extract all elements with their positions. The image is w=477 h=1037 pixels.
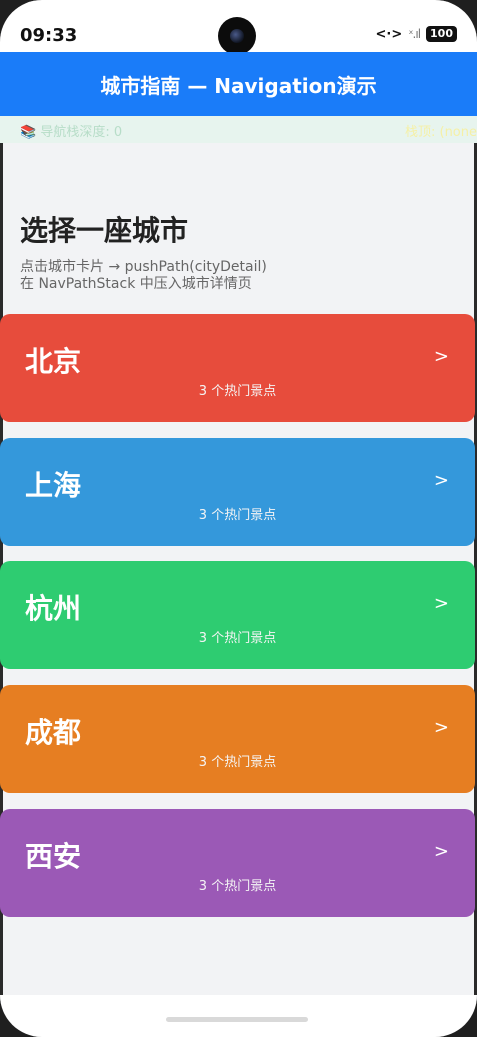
chevron-right-icon: > [433, 841, 449, 862]
city-card-xian[interactable]: 西安 3 个热门景点 > [0, 809, 475, 917]
city-name: 西安 [25, 840, 82, 873]
signal-icon: ˣ.ıl [408, 27, 421, 41]
stack-top-label: 栈顶: (none [404, 125, 477, 140]
home-indicator[interactable] [166, 1017, 308, 1022]
city-spots-count: 3 个热门景点 [198, 631, 277, 646]
city-name: 成都 [25, 716, 82, 749]
city-spots-count: 3 个热门景点 [198, 755, 277, 770]
chevron-right-icon: > [433, 717, 449, 738]
city-name: 北京 [25, 345, 82, 378]
page-subtitle: 点击城市卡片 → pushPath(cityDetail) 在 NavPathS… [20, 259, 267, 293]
header-title: 城市指南 — Navigation演示 [100, 73, 377, 98]
debug-bar: 📚 导航栈深度: 0 栈顶: (none [0, 116, 477, 143]
stack-depth-label: 📚 导航栈深度: 0 [20, 125, 123, 140]
status-bar: 09:33 <·> ˣ.ıl 100 [0, 0, 477, 55]
status-icons: <·> ˣ.ıl 100 [375, 26, 457, 42]
city-card-shanghai[interactable]: 上海 3 个热门景点 > [0, 438, 475, 546]
city-name: 杭州 [25, 592, 82, 625]
page-title: 选择一座城市 [20, 214, 189, 247]
city-spots-count: 3 个热门景点 [198, 384, 277, 399]
subtitle-line-2: 在 NavPathStack 中压入城市详情页 [20, 276, 252, 292]
subtitle-line-1: 点击城市卡片 → pushPath(cityDetail) [20, 259, 267, 275]
city-card-beijing[interactable]: 北京 3 个热门景点 > [0, 314, 475, 422]
city-spots-count: 3 个热门景点 [198, 879, 277, 894]
city-name: 上海 [25, 469, 82, 502]
gesture-bar-area [0, 995, 477, 1037]
app-header: 城市指南 — Navigation演示 [0, 52, 477, 116]
chevron-right-icon: > [433, 470, 449, 491]
phone-screen: 09:33 <·> ˣ.ıl 100 城市指南 — Navigation演示 📚… [0, 0, 477, 1037]
chevron-right-icon: > [433, 593, 449, 614]
status-time: 09:33 [20, 25, 78, 46]
city-card-hangzhou[interactable]: 杭州 3 个热门景点 > [0, 561, 475, 669]
city-card-chengdu[interactable]: 成都 3 个热门景点 > [0, 685, 475, 793]
network-icon: <·> [375, 26, 403, 42]
battery-icon: 100 [426, 26, 457, 42]
city-spots-count: 3 个热门景点 [198, 508, 277, 523]
main-content[interactable]: 选择一座城市 点击城市卡片 → pushPath(cityDetail) 在 N… [0, 143, 477, 995]
chevron-right-icon: > [433, 346, 449, 367]
front-camera [218, 17, 256, 55]
